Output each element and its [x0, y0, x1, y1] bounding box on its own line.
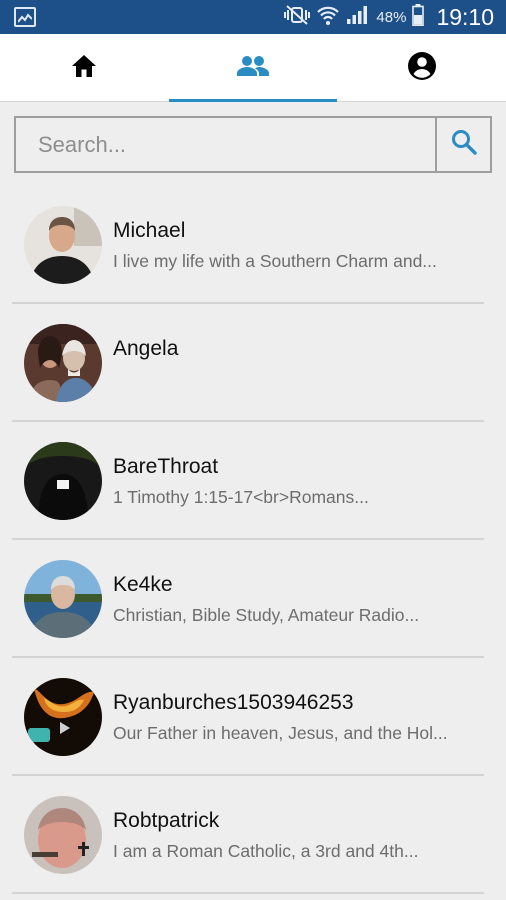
- user-description: I am a Roman Catholic, a 3rd and 4th...: [113, 841, 419, 861]
- home-icon: [71, 54, 97, 83]
- avatar: [24, 206, 102, 284]
- avatar: [24, 442, 102, 520]
- battery-icon: [412, 3, 425, 31]
- list-item[interactable]: Ke4ke Christian, Bible Study, Amateur Ra…: [0, 540, 506, 658]
- user-description: Our Father in heaven, Jesus, and the Hol…: [113, 723, 448, 743]
- tab-people[interactable]: [169, 34, 337, 102]
- list-item[interactable]: Michael I live my life with a Southern C…: [0, 186, 506, 304]
- user-name: Michael: [113, 219, 186, 242]
- clock: 19:10: [436, 3, 494, 30]
- user-name: Ke4ke: [113, 573, 173, 596]
- search-icon: [451, 129, 477, 160]
- tab-account[interactable]: [338, 34, 506, 102]
- user-name: Angela: [113, 337, 179, 360]
- signal-icon: [346, 5, 370, 30]
- user-list: Michael I live my life with a Southern C…: [0, 186, 506, 894]
- list-item[interactable]: BareThroat 1 Timothy 1:15-17<br>Romans..…: [0, 422, 506, 540]
- user-name: Ryanburches1503946253: [113, 691, 354, 714]
- people-icon: [237, 55, 269, 82]
- tab-bar: [0, 34, 506, 102]
- list-item[interactable]: Ryanburches1503946253 Our Father in heav…: [0, 658, 506, 776]
- list-item[interactable]: Robtpatrick I am a Roman Catholic, a 3rd…: [0, 776, 506, 894]
- avatar: [24, 678, 102, 756]
- search-button[interactable]: [435, 118, 490, 171]
- tab-selected-indicator: [169, 99, 337, 102]
- account-icon: [407, 51, 437, 86]
- tab-home[interactable]: [0, 34, 168, 102]
- search-input[interactable]: [16, 118, 437, 171]
- divider: [12, 892, 484, 894]
- wifi-icon: [316, 4, 340, 31]
- search-bar: [14, 116, 492, 173]
- mute-vibrate-icon: [284, 4, 311, 30]
- avatar: [24, 796, 102, 874]
- status-bar: 48% 19:10: [0, 0, 506, 34]
- user-description: Christian, Bible Study, Amateur Radio...: [113, 605, 420, 625]
- user-name: BareThroat: [113, 455, 219, 478]
- user-description: 1 Timothy 1:15-17<br>Romans...: [113, 487, 369, 507]
- list-item[interactable]: Angela: [0, 304, 506, 422]
- user-name: Robtpatrick: [113, 809, 220, 832]
- user-description: I live my life with a Southern Charm and…: [113, 251, 437, 271]
- battery-percent: 48%: [376, 8, 407, 26]
- gallery-icon: [14, 7, 36, 27]
- avatar: [24, 560, 102, 638]
- avatar: [24, 324, 102, 402]
